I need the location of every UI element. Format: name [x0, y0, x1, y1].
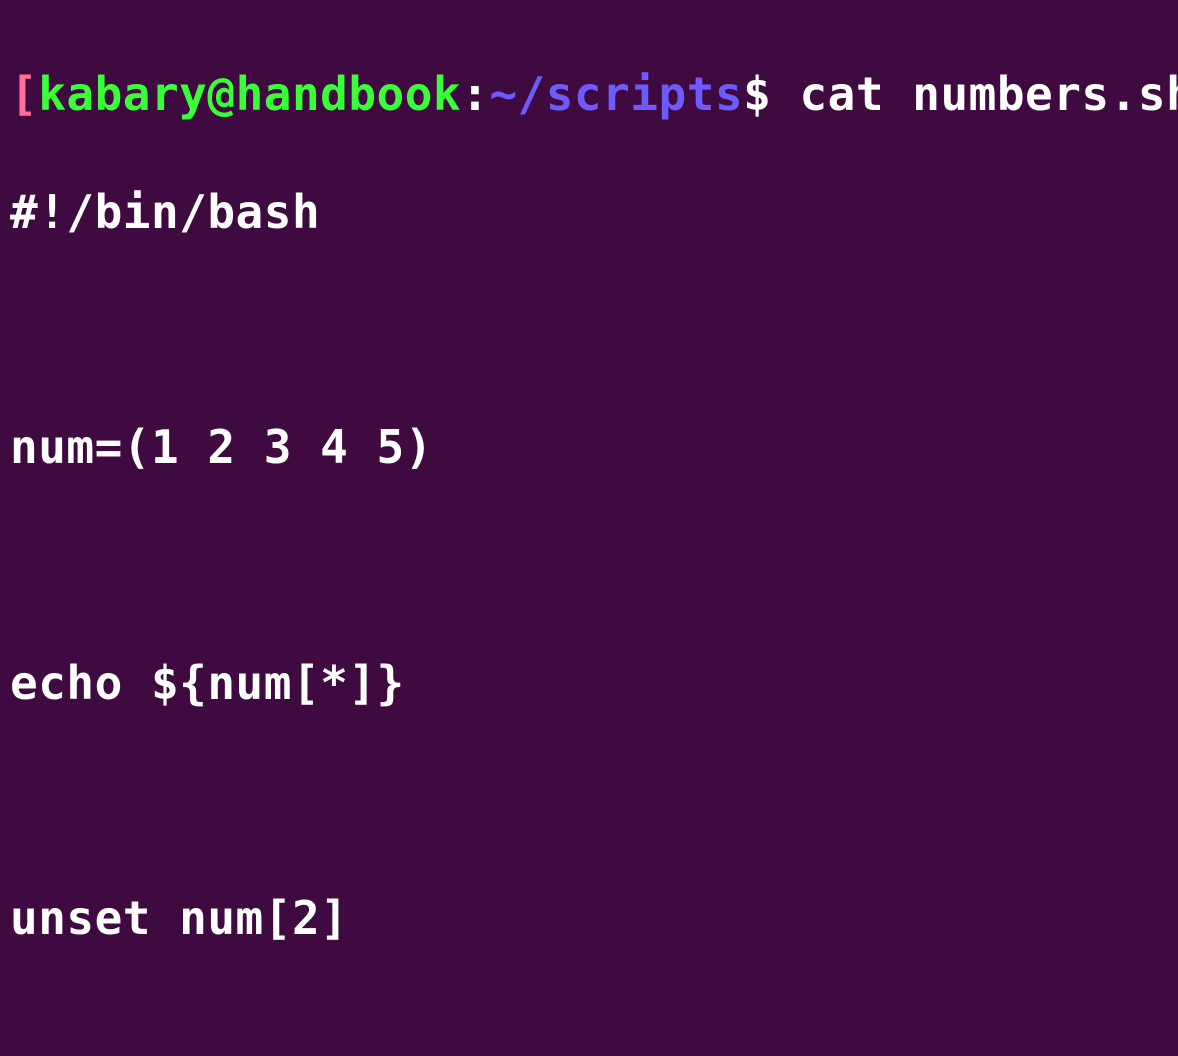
prompt-user-host: kabary@handbook [38, 67, 461, 121]
blank-line [10, 300, 1168, 359]
file-line-shebang: #!/bin/bash [10, 183, 1168, 242]
prompt-dollar: $ [743, 67, 771, 121]
command-cat [771, 67, 799, 121]
command-cat-text: cat numbers.sh [799, 67, 1178, 121]
prompt-path: ~/scripts [489, 67, 743, 121]
terminal[interactable]: [kabary@handbook:~/scripts$ cat numbers.… [0, 0, 1178, 1056]
prompt-line-1: [kabary@handbook:~/scripts$ cat numbers.… [10, 65, 1168, 124]
file-line-unset-index: unset num[2] [10, 889, 1168, 948]
file-line-array-decl: num=(1 2 3 4 5) [10, 418, 1168, 477]
blank-line [10, 771, 1168, 830]
prompt-bracket: [ [10, 67, 38, 121]
file-line-echo-1: echo ${num[*]} [10, 654, 1168, 713]
prompt-colon: : [461, 67, 489, 121]
blank-line [10, 536, 1168, 595]
blank-line [10, 1007, 1168, 1056]
